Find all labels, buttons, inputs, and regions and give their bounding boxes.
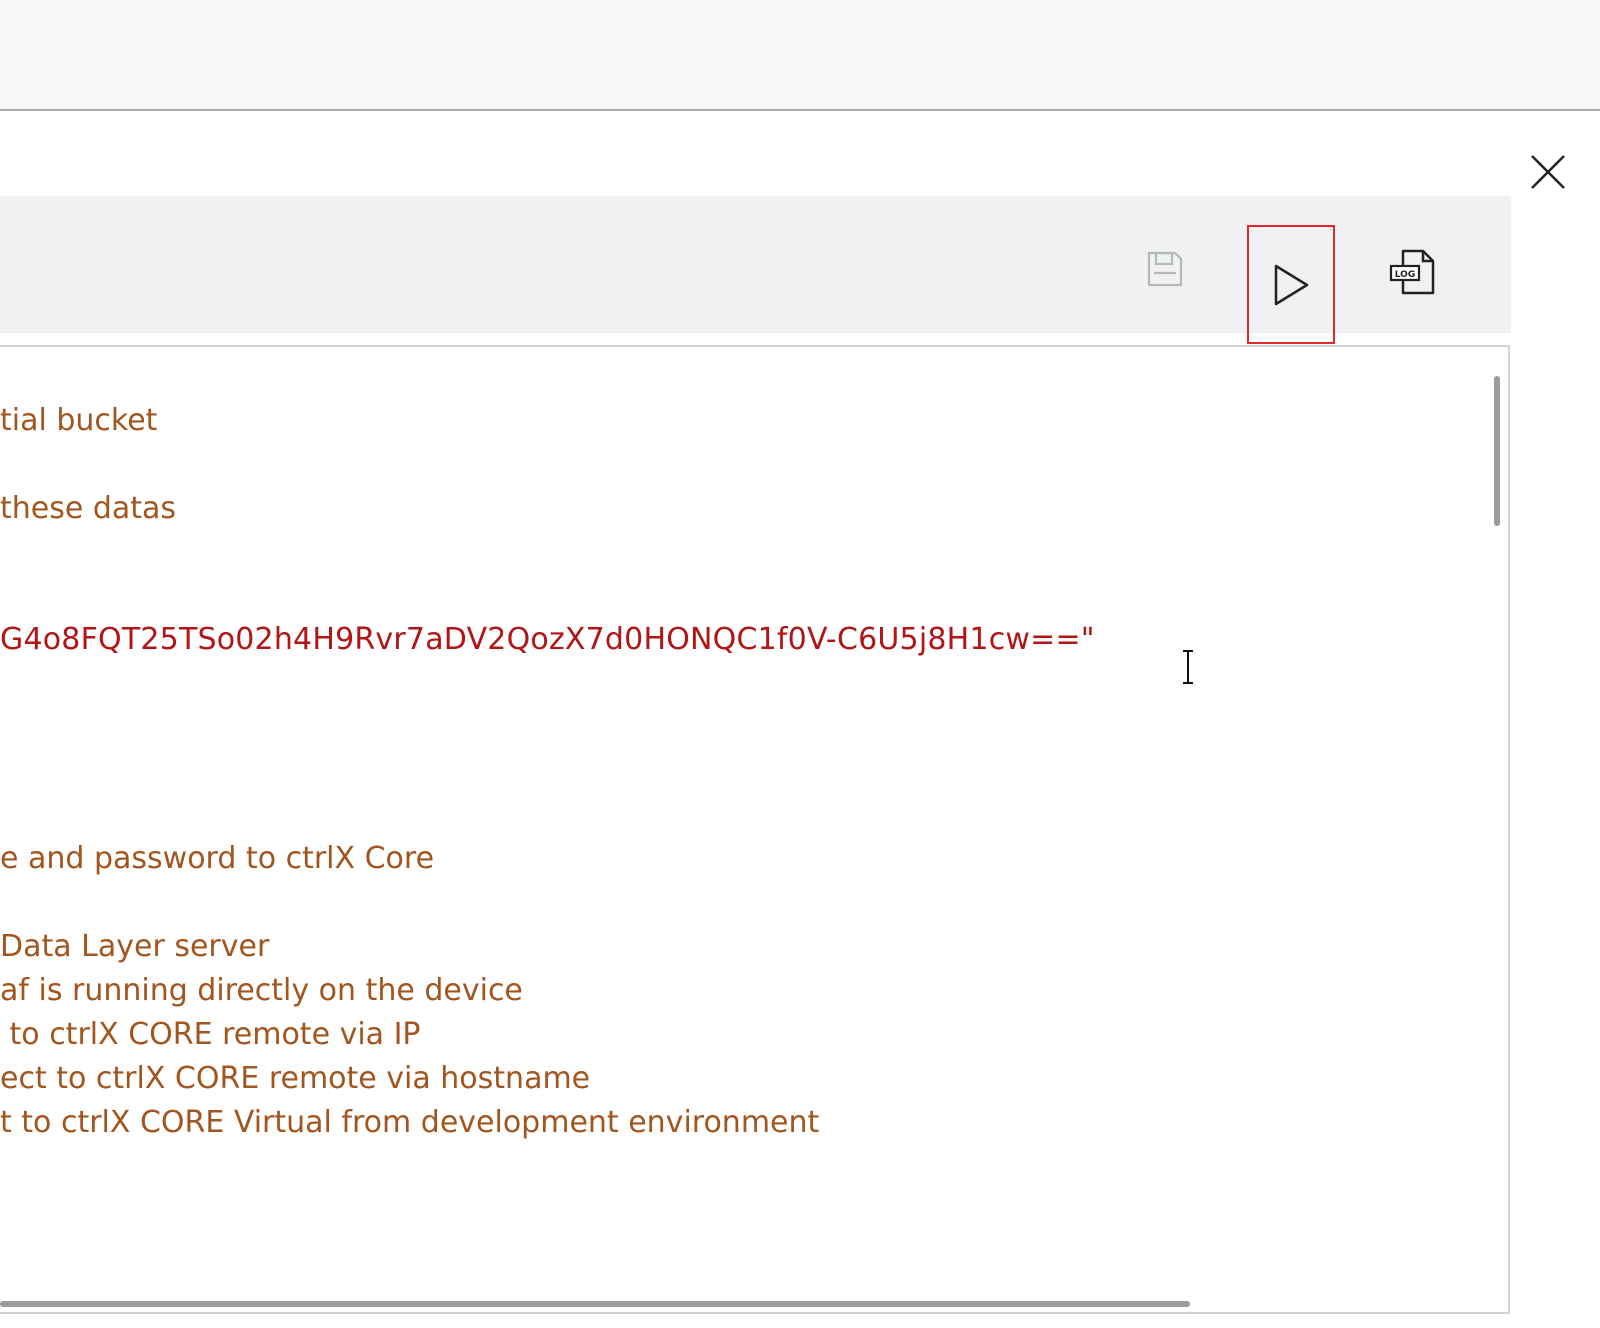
code-line-comment: af is running directly on the device: [0, 973, 523, 1008]
run-button[interactable]: [1247, 225, 1335, 344]
play-icon: [1274, 264, 1309, 305]
code-line-comment: to ctrlX CORE remote via IP: [0, 1017, 421, 1052]
code-editor[interactable]: tial bucket these datas G4o8FQT25TSo02h4…: [0, 345, 1510, 1314]
code-line-comment: tial bucket: [0, 403, 158, 438]
close-button[interactable]: [1526, 150, 1570, 194]
text-cursor-icon: [1181, 649, 1195, 685]
close-icon: [1531, 155, 1565, 189]
code-line-comment: ect to ctrlX CORE remote via hostname: [0, 1061, 591, 1096]
horizontal-scrollbar[interactable]: [0, 1301, 1190, 1307]
code-line-token: G4o8FQT25TSo02h4H9Rvr7aDV2QozX7d0HONQC1f…: [0, 622, 1095, 657]
save-icon: [1147, 251, 1183, 287]
log-file-icon: LOG: [1389, 249, 1435, 295]
code-line-comment: t to ctrlX CORE Virtual from development…: [0, 1105, 820, 1140]
log-icon-label: LOG: [1395, 270, 1415, 280]
code-line-comment: Data Layer server: [0, 929, 270, 964]
top-bar: [0, 0, 1600, 111]
log-button[interactable]: LOG: [1385, 244, 1441, 300]
vertical-scrollbar[interactable]: [1494, 376, 1500, 526]
code-line-comment: these datas: [0, 491, 177, 526]
code-line-comment: e and password to ctrlX Core: [0, 841, 435, 876]
save-button[interactable]: [1140, 244, 1190, 294]
